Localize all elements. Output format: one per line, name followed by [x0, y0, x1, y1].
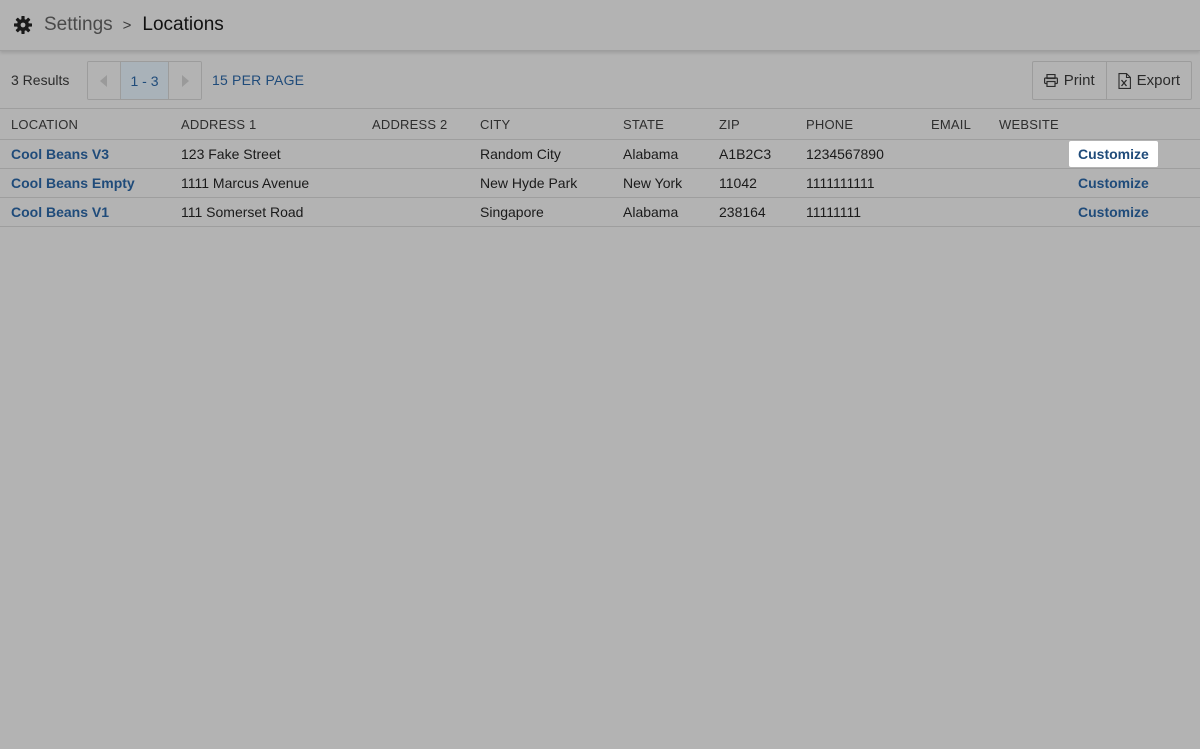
address1-cell: 111 Somerset Road [170, 197, 361, 227]
prev-page-button[interactable] [88, 62, 120, 99]
email-cell [920, 139, 988, 169]
email-cell [920, 197, 988, 227]
results-count: 3 Results [11, 72, 70, 88]
column-header-email[interactable]: EMAIL [920, 110, 988, 140]
location-name-link[interactable]: Cool Beans Empty [0, 168, 170, 198]
website-cell [988, 168, 1069, 198]
state-cell: Alabama [612, 197, 708, 227]
customize-button[interactable]: Customize [1069, 199, 1158, 225]
page-range[interactable]: 1 - 3 [120, 62, 169, 99]
city-cell: Singapore [469, 197, 612, 227]
address1-cell: 1111 Marcus Avenue [170, 168, 361, 198]
table-row: Cool Beans Empty 1111 Marcus Avenue New … [0, 168, 1200, 198]
zip-cell: 11042 [708, 168, 795, 198]
customize-button[interactable]: Customize [1069, 170, 1158, 196]
print-button[interactable]: Print [1033, 62, 1106, 99]
excel-file-icon [1118, 72, 1131, 89]
city-cell: New Hyde Park [469, 168, 612, 198]
column-header-phone[interactable]: PHONE [795, 110, 920, 140]
page-header: Settings > Locations [0, 0, 1200, 51]
table-header-row: LOCATION ADDRESS 1 ADDRESS 2 CITY STATE … [0, 110, 1200, 140]
zip-cell: A1B2C3 [708, 139, 795, 169]
export-button[interactable]: Export [1105, 62, 1191, 99]
address2-cell [361, 197, 469, 227]
table-row: Cool Beans V3 123 Fake Street Random Cit… [0, 139, 1200, 169]
zip-cell: 238164 [708, 197, 795, 227]
column-header-address2[interactable]: ADDRESS 2 [361, 110, 469, 140]
column-header-zip[interactable]: ZIP [708, 110, 795, 140]
phone-cell: 1111111111 [795, 168, 920, 198]
column-header-actions [1069, 110, 1200, 140]
address1-cell: 123 Fake Street [170, 139, 361, 169]
phone-cell: 11111111 [795, 197, 920, 227]
address2-cell [361, 168, 469, 198]
results-toolbar: 3 Results 1 - 3 15 PER PAGE Print Export [0, 52, 1200, 109]
next-page-button[interactable] [169, 62, 201, 99]
locations-table: LOCATION ADDRESS 1 ADDRESS 2 CITY STATE … [0, 110, 1200, 227]
per-page-selector[interactable]: 15 PER PAGE [212, 72, 304, 88]
location-name-link[interactable]: Cool Beans V1 [0, 197, 170, 227]
column-header-website[interactable]: WEBSITE [988, 110, 1069, 140]
pagination: 1 - 3 [87, 61, 202, 100]
table-actions: Print Export [1031, 61, 1192, 100]
breadcrumb-separator: > [122, 16, 132, 34]
print-label: Print [1063, 72, 1095, 89]
action-cell: Customize [1069, 168, 1200, 198]
chevron-left-icon [100, 74, 107, 87]
phone-cell: 1234567890 [795, 139, 920, 169]
location-name-link[interactable]: Cool Beans V3 [0, 139, 170, 169]
gear-icon [13, 15, 33, 35]
email-cell [920, 168, 988, 198]
state-cell: Alabama [612, 139, 708, 169]
chevron-right-icon [182, 74, 189, 87]
city-cell: Random City [469, 139, 612, 169]
export-label: Export [1136, 72, 1180, 89]
state-cell: New York [612, 168, 708, 198]
column-header-state[interactable]: STATE [612, 110, 708, 140]
printer-icon [1043, 74, 1058, 87]
column-header-address1[interactable]: ADDRESS 1 [170, 110, 361, 140]
column-header-location[interactable]: LOCATION [0, 110, 170, 140]
table-row: Cool Beans V1 111 Somerset Road Singapor… [0, 197, 1200, 227]
column-header-city[interactable]: CITY [469, 110, 612, 140]
website-cell [988, 197, 1069, 227]
action-cell: Customize [1069, 139, 1200, 169]
website-cell [988, 139, 1069, 169]
page-title: Locations [142, 14, 224, 35]
breadcrumb-settings[interactable]: Settings [44, 14, 113, 36]
address2-cell [361, 139, 469, 169]
action-cell: Customize [1069, 197, 1200, 227]
customize-button[interactable]: Customize [1069, 140, 1158, 167]
